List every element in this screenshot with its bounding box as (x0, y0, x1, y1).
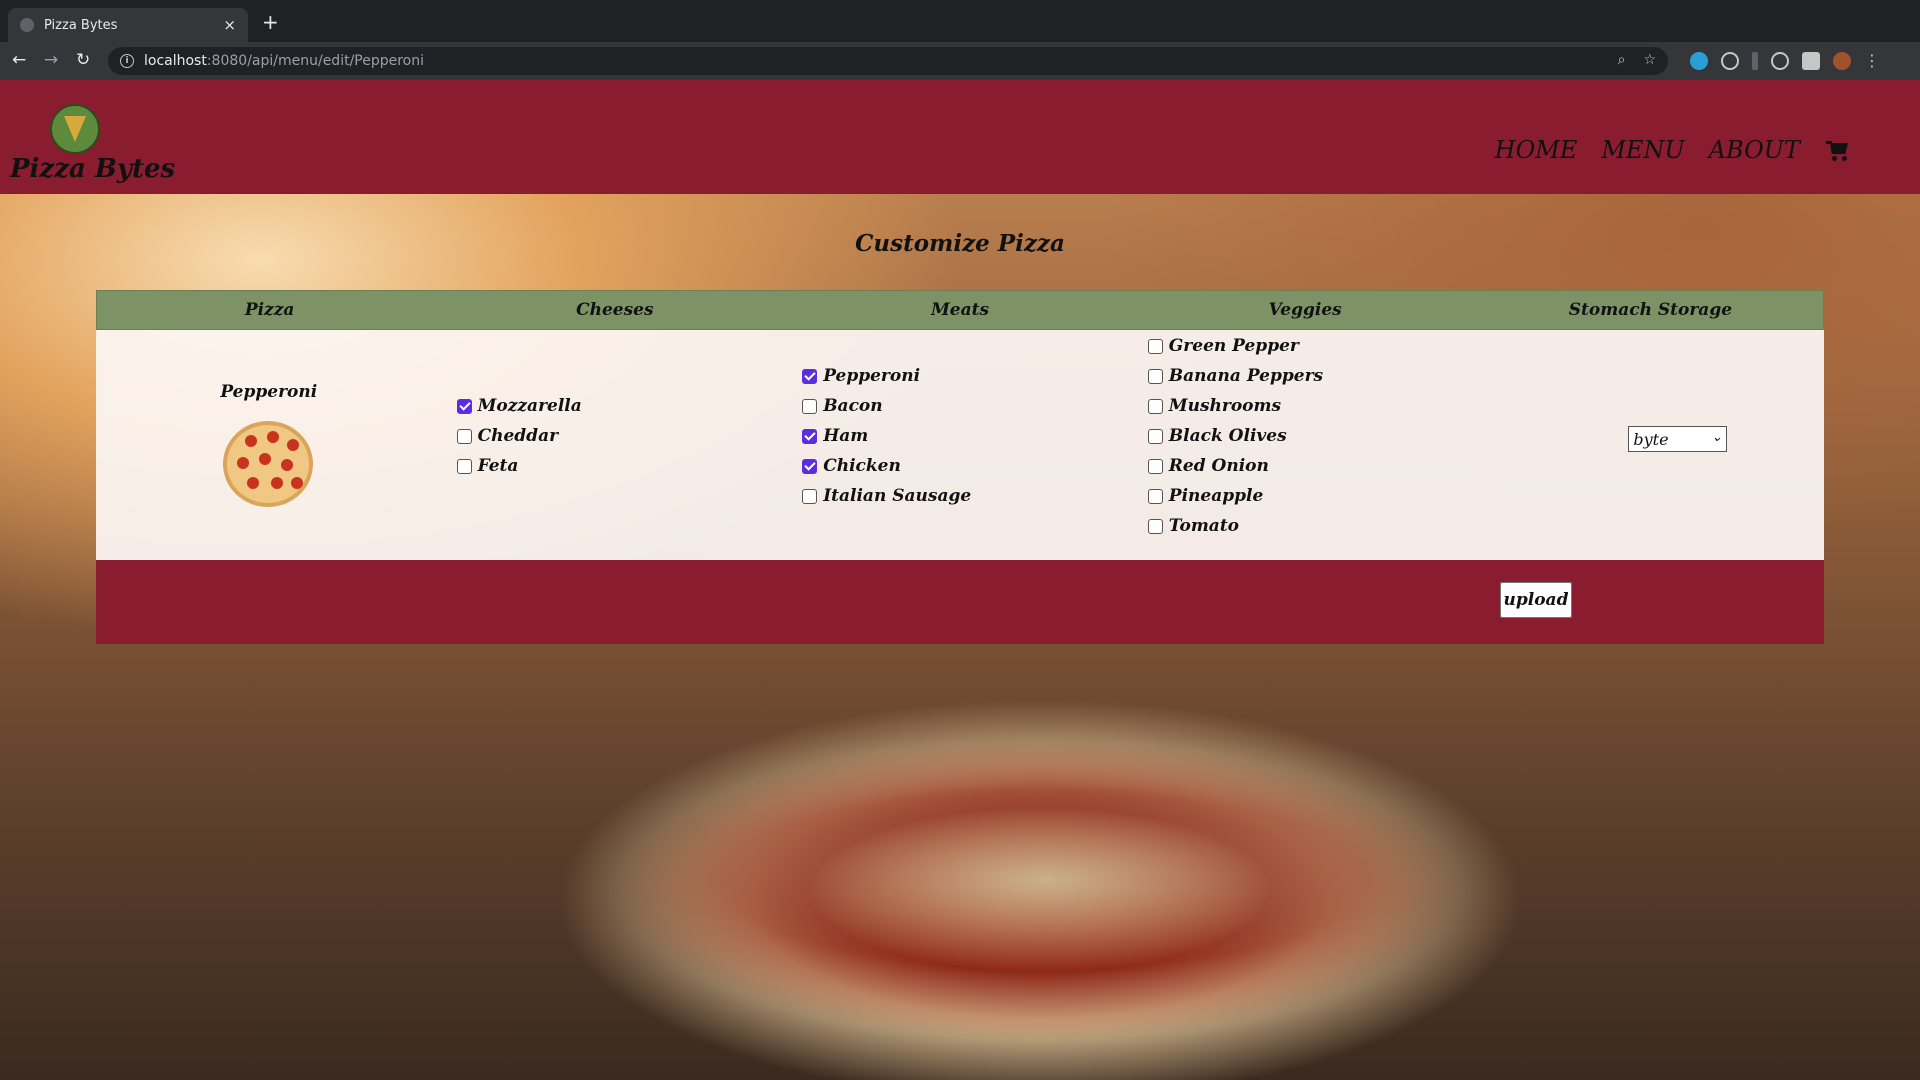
checkbox[interactable] (456, 398, 472, 414)
stomach-storage-value: byte (1633, 429, 1669, 449)
stomach-storage-cell: byte ⌄ (1478, 330, 1824, 560)
extension-m-icon[interactable] (1690, 51, 1708, 70)
checkbox[interactable] (1147, 398, 1163, 414)
checkbox[interactable] (802, 398, 818, 414)
extension-pen-icon[interactable] (1752, 51, 1758, 70)
url-path: :8080/api/menu/edit/Pepperoni (206, 53, 425, 69)
pizza-logo-icon[interactable] (50, 104, 100, 154)
option-label: Tomato (1168, 516, 1240, 536)
option-label: Mushrooms (1168, 396, 1282, 416)
address-bar[interactable]: i localhost :8080/api/menu/edit/Pepperon… (108, 47, 1668, 75)
option-label: Italian Sausage (823, 486, 972, 506)
veggie-option[interactable]: Black Olives (1147, 426, 1287, 446)
checkbox[interactable] (1147, 368, 1163, 384)
header-stomach-storage: Stomach Storage (1568, 300, 1733, 320)
meats-cell: Pepperoni Bacon Ham Chicken Italian Sausage (787, 330, 1133, 560)
back-icon[interactable]: ← (12, 50, 26, 70)
veggie-option[interactable]: Pineapple (1147, 486, 1264, 506)
bookmark-star-icon[interactable]: ☆ (1643, 52, 1656, 68)
meat-option[interactable]: Pepperoni (802, 366, 920, 386)
browser-tabbar: Pizza Bytes × + (0, 0, 1920, 42)
page: Pizza Bytes HOME MENU ABOUT Customize Pi… (0, 80, 1920, 1080)
meat-option[interactable]: Chicken (802, 456, 901, 476)
profile-avatar[interactable] (1833, 51, 1851, 70)
option-label: Cheddar (477, 426, 559, 446)
cheeses-cell: Mozzarella Cheddar Feta (442, 330, 788, 560)
header-veggies: Veggies (1268, 300, 1342, 320)
option-label: Green Pepper (1168, 336, 1299, 356)
meat-option[interactable]: Ham (802, 426, 868, 446)
reload-icon[interactable]: ↻ (76, 50, 90, 70)
header-cheeses: Cheeses (576, 300, 654, 320)
cheese-option[interactable]: Feta (456, 456, 519, 476)
checkbox[interactable] (1147, 428, 1163, 444)
table-header: Pizza Cheeses Meats Veggies Stomach Stor… (96, 290, 1824, 330)
table-footer: upload (96, 560, 1824, 644)
site-header: Pizza Bytes HOME MENU ABOUT (0, 80, 1920, 194)
zoom-icon[interactable]: ⌕ (1618, 52, 1626, 68)
cheese-option[interactable]: Cheddar (456, 426, 559, 446)
checkbox[interactable] (802, 428, 818, 444)
option-label: Pepperoni (823, 366, 921, 386)
checkbox[interactable] (1147, 338, 1163, 354)
header-pizza: Pizza (244, 300, 295, 320)
nav-menu[interactable]: MENU (1601, 136, 1684, 164)
option-label: Banana Peppers (1168, 366, 1324, 386)
extension-target-icon[interactable] (1771, 51, 1789, 70)
new-tab-icon[interactable]: + (262, 10, 279, 34)
stomach-storage-select[interactable]: byte ⌄ (1628, 426, 1728, 452)
option-label: Feta (477, 456, 519, 476)
checkbox[interactable] (1147, 518, 1163, 534)
table-row: Pepperoni Mozzarella Cheddar Feta Pepperon… (96, 330, 1824, 560)
customize-table: Pizza Cheeses Meats Veggies Stomach Stor… (96, 290, 1824, 644)
veggie-option[interactable]: Green Pepper (1147, 336, 1299, 356)
option-label: Black Olives (1168, 426, 1287, 446)
chevron-down-icon: ⌄ (1711, 430, 1723, 445)
nav-about[interactable]: ABOUT (1709, 136, 1800, 164)
option-label: Red Onion (1168, 456, 1269, 476)
pizza-cell: Pepperoni (96, 330, 442, 560)
nav-home[interactable]: HOME (1495, 136, 1578, 164)
option-label: Ham (823, 426, 869, 446)
site-info-icon[interactable]: i (120, 54, 134, 68)
header-meats: Meats (930, 300, 990, 320)
page-title: Customize Pizza (855, 230, 1065, 257)
option-label: Mozzarella (477, 396, 582, 416)
checkbox[interactable] (456, 458, 472, 474)
extensions-puzzle-icon[interactable] (1802, 51, 1820, 70)
checkbox[interactable] (1147, 458, 1163, 474)
url-host: localhost (144, 53, 207, 69)
option-label: Pineapple (1168, 486, 1264, 506)
checkbox[interactable] (802, 488, 818, 504)
browser-tab[interactable]: Pizza Bytes × (8, 8, 248, 42)
close-tab-icon[interactable]: × (223, 16, 236, 34)
option-label: Bacon (823, 396, 883, 416)
checkbox[interactable] (802, 368, 818, 384)
veggie-option[interactable]: Banana Peppers (1147, 366, 1324, 386)
forward-icon[interactable]: → (44, 50, 58, 70)
veggies-cell: Green Pepper Banana Peppers Mushrooms Black… (1133, 330, 1479, 560)
shopping-cart-icon[interactable] (1826, 139, 1850, 161)
cheese-option[interactable]: Mozzarella (456, 396, 582, 416)
meat-option[interactable]: Italian Sausage (802, 486, 971, 506)
pepperoni-pizza-image (223, 421, 313, 507)
veggie-option[interactable]: Mushrooms (1147, 396, 1282, 416)
tab-title: Pizza Bytes (44, 17, 118, 33)
pizza-name: Pepperoni (220, 382, 318, 402)
extension-gear-icon[interactable] (1721, 51, 1739, 70)
favicon-icon (20, 18, 34, 32)
checkbox[interactable] (456, 428, 472, 444)
veggie-option[interactable]: Red Onion (1147, 456, 1269, 476)
veggie-option[interactable]: Tomato (1147, 516, 1240, 536)
checkbox[interactable] (1147, 488, 1163, 504)
browser-toolbar: ← → ↻ i localhost :8080/api/menu/edit/Pe… (0, 42, 1920, 80)
brand-name[interactable]: Pizza Bytes (10, 154, 175, 184)
upload-button[interactable]: upload (1500, 582, 1572, 618)
meat-option[interactable]: Bacon (802, 396, 883, 416)
option-label: Chicken (823, 456, 901, 476)
browser-menu-icon[interactable]: ⋮ (1864, 51, 1880, 70)
main-nav: HOME MENU ABOUT (1495, 136, 1850, 164)
checkbox[interactable] (802, 458, 818, 474)
